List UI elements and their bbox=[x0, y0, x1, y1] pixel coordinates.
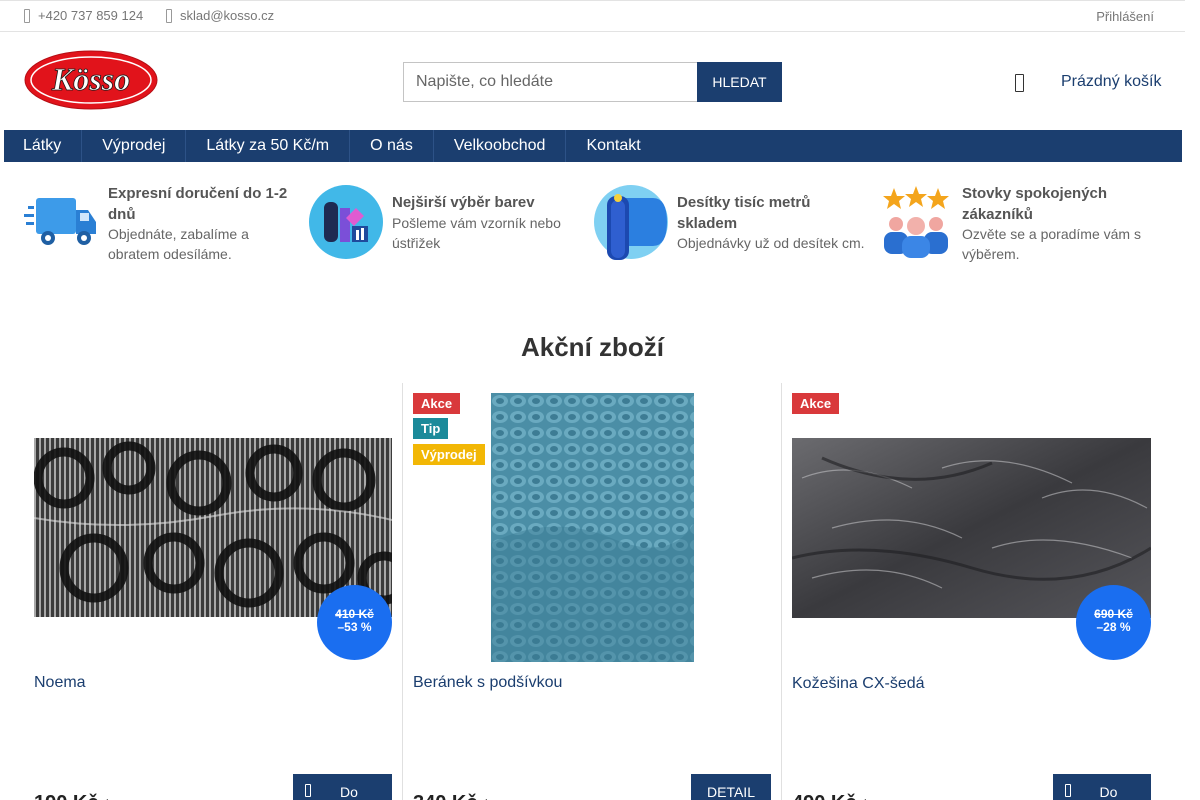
benefit-title: Nejširší výběr barev bbox=[392, 194, 535, 211]
price-unit: / bbox=[104, 796, 108, 800]
benefit-colors: Nejširší výběr barev Pošleme vám vzorník… bbox=[308, 184, 588, 264]
price-unit: / bbox=[862, 796, 866, 800]
benefit-text: Objednáte, zabalíme a obratem odesíláme. bbox=[108, 226, 249, 262]
button-label: Do košíku bbox=[340, 784, 358, 800]
product-name[interactable]: Beránek s podšívkou bbox=[413, 674, 562, 692]
search-button[interactable]: HLEDAT bbox=[697, 62, 782, 102]
product-price: 190 Kč / bbox=[34, 792, 108, 800]
benefit-delivery: Expresní doručení do 1-2 dnů Objednáte, … bbox=[24, 184, 304, 264]
badge-vyprodej: Výprodej bbox=[413, 444, 485, 465]
email-contact[interactable]: sklad@kosso.cz bbox=[166, 8, 274, 23]
detail-button[interactable]: DETAIL bbox=[691, 774, 771, 800]
logo-text: Kösso bbox=[51, 61, 130, 97]
benefit-title: Expresní doručení do 1-2 dnů bbox=[108, 185, 288, 223]
price-value: 340 Kč bbox=[413, 792, 478, 800]
phone-number[interactable]: +420 737 859 124 bbox=[38, 8, 143, 23]
benefit-title: Stovky spokojených zákazníků bbox=[962, 185, 1108, 223]
email-address[interactable]: sklad@kosso.cz bbox=[180, 8, 274, 23]
customers-stars-icon bbox=[883, 186, 949, 258]
product-card: Akce Tip Výprodej Beránek s podšívkou 34… bbox=[402, 383, 782, 800]
product-name[interactable]: Kožešina CX-šedá bbox=[792, 675, 925, 693]
product-price: 340 Kč / bbox=[413, 792, 487, 800]
email-icon bbox=[166, 8, 172, 23]
badge-tip: Tip bbox=[413, 418, 449, 439]
discount-percent: –53 % bbox=[337, 620, 372, 634]
product-card: 410 Kč –53 % Noema 190 Kč / Do košíku bbox=[24, 383, 402, 800]
badge-akce: Akce bbox=[792, 393, 840, 414]
cart-icon[interactable] bbox=[1015, 74, 1024, 92]
benefit-text: Pošleme vám vzorník nebo ústřižek bbox=[392, 215, 561, 251]
discount-percent: –28 % bbox=[1096, 620, 1131, 634]
nav-item-latky[interactable]: Látky bbox=[4, 130, 83, 162]
product-image[interactable] bbox=[491, 393, 694, 662]
main-navigation: Látky Výprodej Látky za 50 Kč/m O nás Ve… bbox=[4, 130, 1182, 162]
fabric-roll-icon bbox=[594, 185, 668, 260]
add-to-cart-button[interactable]: Do košíku bbox=[1053, 774, 1151, 800]
benefit-text: Ozvěte se a poradíme vám s výběrem. bbox=[962, 226, 1141, 262]
product-card: Akce 690 Kč –28 % Kožešina CX-šedá 490 K… bbox=[782, 383, 1160, 800]
nav-item-kontakt[interactable]: Kontakt bbox=[566, 130, 660, 162]
benefit-title: Desítky tisíc metrů skladem bbox=[677, 194, 811, 232]
nav-item-latky-50[interactable]: Látky za 50 Kč/m bbox=[186, 130, 351, 162]
search-form: HLEDAT bbox=[403, 62, 782, 102]
discount-badge: 690 Kč –28 % bbox=[1076, 585, 1151, 660]
button-label: DETAIL bbox=[707, 784, 755, 800]
cart-icon bbox=[1065, 784, 1071, 797]
product-price: 490 Kč / bbox=[792, 792, 866, 800]
badge-akce: Akce bbox=[413, 393, 461, 414]
login-link[interactable]: Přihlášení bbox=[1096, 9, 1154, 24]
price-unit: / bbox=[483, 796, 487, 800]
cart-link[interactable]: Prázdný košík bbox=[1061, 73, 1161, 91]
button-label: Do košíku bbox=[1099, 784, 1118, 800]
benefit-stock: Desítky tisíc metrů skladem Objednávky u… bbox=[593, 184, 873, 264]
add-to-cart-button[interactable]: Do košíku bbox=[293, 774, 392, 800]
benefit-text: Objednávky už od desítek cm. bbox=[677, 235, 865, 251]
nav-item-velkoobchod[interactable]: Velkoobchod bbox=[434, 130, 567, 162]
cart-icon bbox=[305, 784, 311, 797]
search-input[interactable] bbox=[403, 62, 697, 102]
benefit-customers: Stovky spokojených zákazníků Ozvěte se a… bbox=[878, 184, 1158, 264]
phone-contact[interactable]: +420 737 859 124 bbox=[24, 8, 143, 23]
delivery-truck-icon bbox=[24, 198, 96, 245]
section-title: Akční zboží bbox=[520, 332, 664, 362]
nav-item-o-nas[interactable]: O nás bbox=[350, 130, 434, 162]
price-value: 190 Kč bbox=[34, 792, 99, 800]
product-name[interactable]: Noema bbox=[34, 674, 86, 692]
color-swatch-icon bbox=[309, 185, 383, 259]
phone-icon bbox=[24, 8, 30, 23]
top-bar: +420 737 859 124 sklad@kosso.cz Přihláše… bbox=[0, 0, 1185, 32]
nav-item-vyprodej[interactable]: Výprodej bbox=[82, 130, 187, 162]
price-value: 490 Kč bbox=[792, 792, 857, 800]
site-logo[interactable]: Kösso bbox=[24, 50, 158, 110]
discount-badge: 410 Kč –53 % bbox=[317, 585, 392, 660]
